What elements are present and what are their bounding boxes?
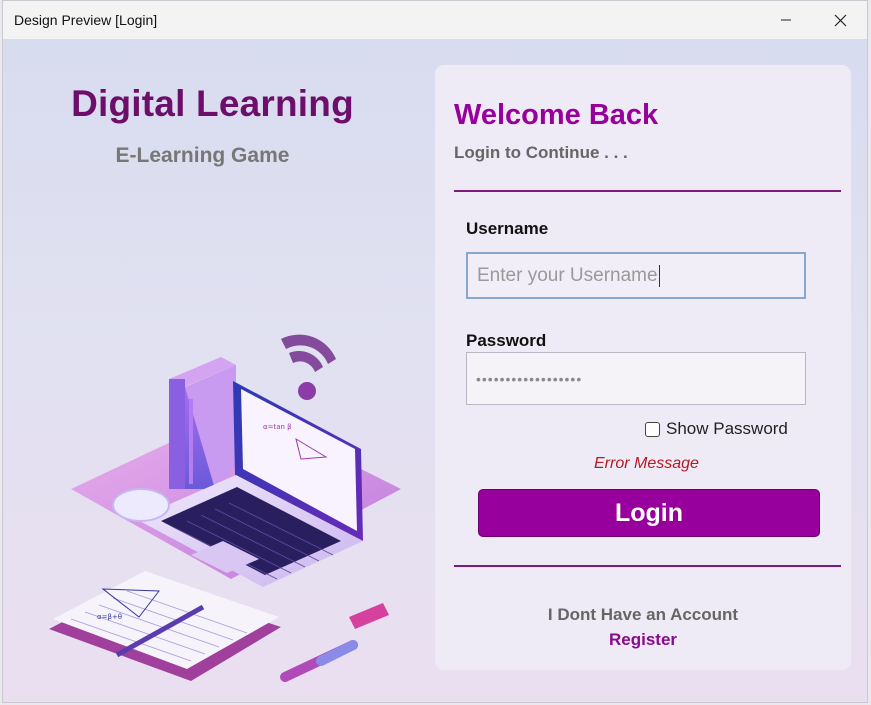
notebook-formula: α=β+θ: [97, 613, 122, 621]
top-divider: [454, 190, 841, 192]
password-value: ••••••••••••••••••: [476, 370, 583, 387]
welcome-heading: Welcome Back: [454, 99, 659, 131]
no-account-text: I Dont Have an Account: [547, 605, 739, 624]
password-label: Password: [466, 331, 547, 350]
brand-subtitle: E-Learning Game: [115, 144, 290, 167]
eraser-icon: [349, 603, 389, 629]
show-password-checkbox[interactable]: [645, 421, 660, 437]
username-placeholder: Enter your Username: [477, 264, 658, 286]
login-card: Welcome Back Login to Continue . . . Use…: [435, 65, 851, 670]
show-password-toggle[interactable]: Show Password: [645, 419, 788, 439]
minimize-button[interactable]: [763, 1, 809, 39]
books-icon: [169, 357, 236, 489]
close-button[interactable]: [817, 1, 863, 39]
username-input[interactable]: Enter your Username: [466, 252, 806, 299]
login-subheading: Login to Continue . . .: [454, 143, 628, 162]
minimize-icon: [781, 19, 791, 21]
pen-icon: [280, 640, 358, 682]
login-content: Digital Learning E-Learning Game α=tan β…: [3, 39, 867, 702]
bottom-divider: [454, 565, 841, 567]
login-button[interactable]: Login: [478, 489, 820, 537]
register-link[interactable]: Register: [435, 630, 851, 650]
app-window: Design Preview [Login] Digital Learning …: [2, 0, 868, 703]
notebook-icon: α=β+θ: [49, 571, 281, 681]
show-password-label: Show Password: [666, 419, 788, 438]
error-message: Error Message: [594, 455, 699, 472]
text-cursor: [658, 264, 660, 287]
laptop-books-illustration: α=tan β α=β+θ: [49, 334, 401, 682]
wifi-icon: [281, 334, 336, 400]
screen-formula: α=tan β: [263, 423, 292, 431]
brand-title: Digital Learning: [71, 83, 354, 124]
window-title: Design Preview [Login]: [14, 12, 158, 28]
username-label: Username: [466, 219, 549, 238]
title-bar: Design Preview [Login]: [3, 1, 867, 39]
password-input[interactable]: ••••••••••••••••••: [466, 352, 806, 405]
mouse-icon: [112, 488, 170, 522]
close-icon: [834, 14, 846, 26]
